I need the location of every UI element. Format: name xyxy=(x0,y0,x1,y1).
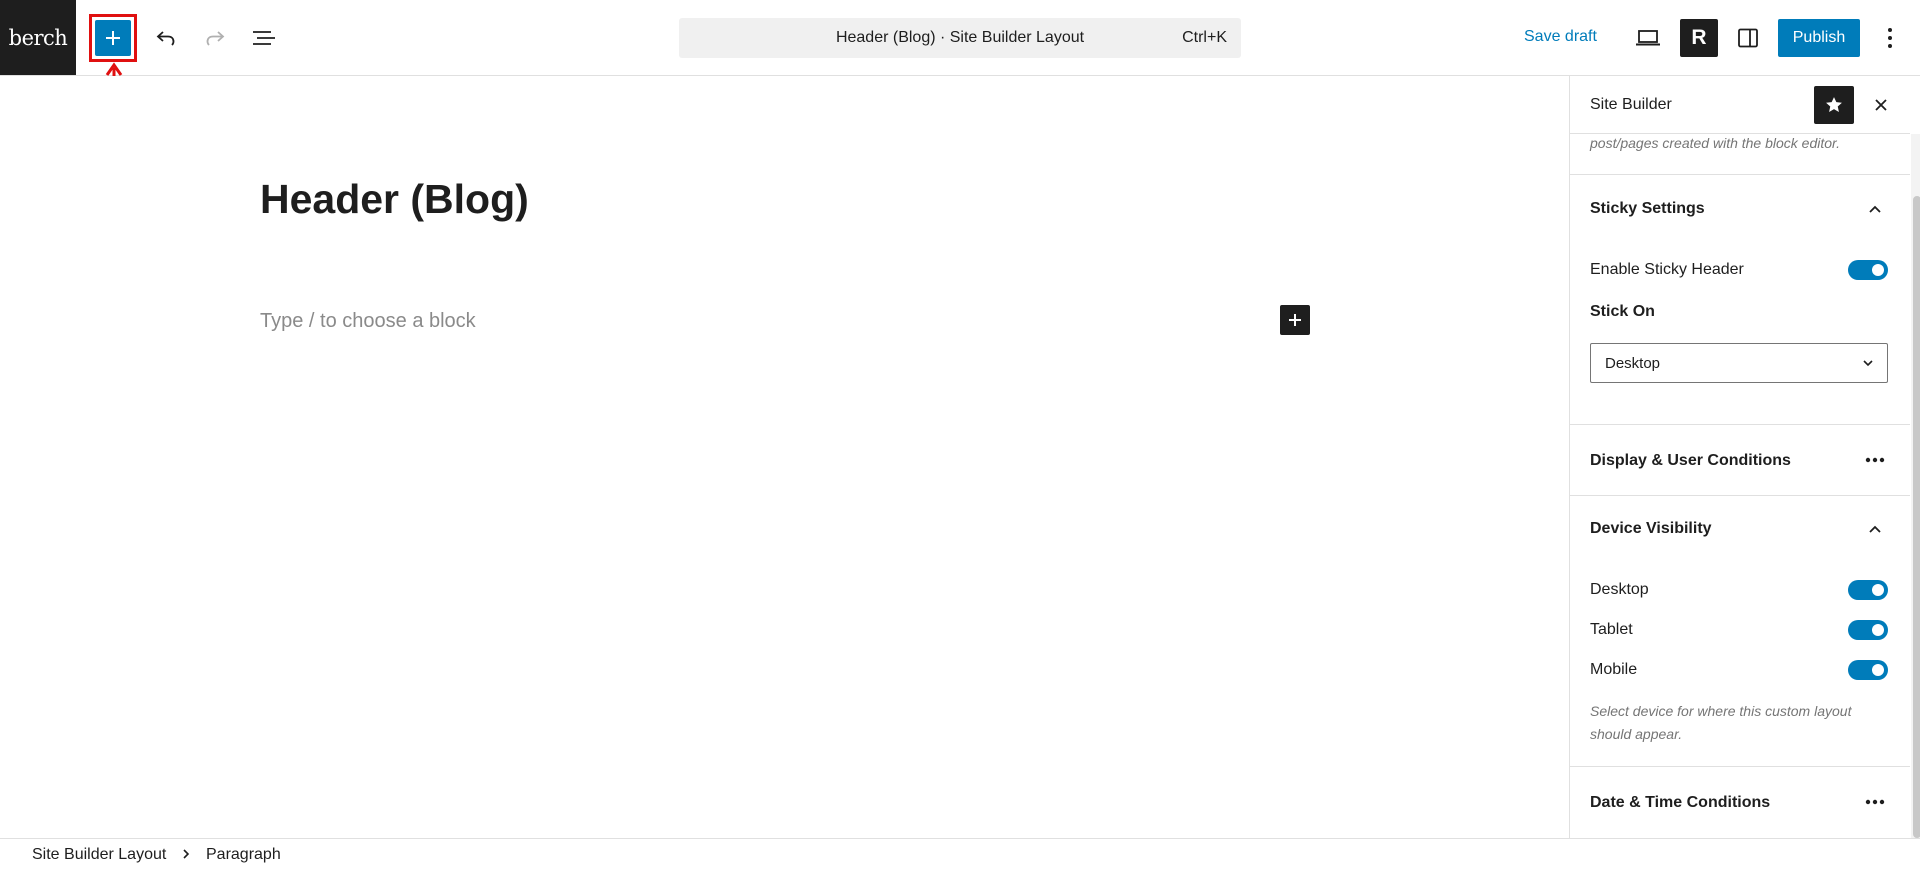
plus-icon xyxy=(106,31,120,45)
sidebar-scrollbar-thumb[interactable] xyxy=(1913,196,1920,838)
panel-divider xyxy=(1570,766,1910,767)
device-visibility-panel-toggle[interactable]: Device Visibility xyxy=(1590,520,1712,538)
undo-button[interactable] xyxy=(148,20,184,56)
plugin-r-button[interactable]: R xyxy=(1680,19,1718,57)
more-horizontal-icon xyxy=(1865,457,1885,463)
panel-divider xyxy=(1570,424,1910,425)
display-user-conditions-panel-toggle[interactable]: Display & User Conditions xyxy=(1590,452,1791,470)
annotation-highlight-box xyxy=(89,14,137,62)
redo-button[interactable] xyxy=(197,20,233,56)
options-menu-button[interactable] xyxy=(1872,20,1908,56)
plus-icon xyxy=(1289,314,1301,326)
breadcrumb-item-paragraph[interactable]: Paragraph xyxy=(206,846,281,864)
redo-icon xyxy=(206,31,225,46)
device-mobile-label: Mobile xyxy=(1590,661,1638,678)
enable-sticky-header-label: Enable Sticky Header xyxy=(1590,261,1744,278)
keyboard-shortcut: Ctrl+K xyxy=(1182,29,1227,46)
list-view-icon xyxy=(253,31,275,45)
device-tablet-toggle[interactable] xyxy=(1848,620,1888,640)
add-block-button[interactable] xyxy=(1280,305,1310,335)
pin-plugin-button[interactable] xyxy=(1814,86,1854,124)
chevron-up-icon xyxy=(1869,525,1881,533)
breadcrumb-item-layout[interactable]: Site Builder Layout xyxy=(32,846,166,864)
site-logo[interactable]: berch xyxy=(0,0,76,75)
command-palette-trigger[interactable]: Header (Blog) · Site Builder Layout Ctrl… xyxy=(679,18,1241,58)
collapse-device-visibility-button[interactable] xyxy=(1860,517,1890,541)
post-title[interactable]: Header (Blog) xyxy=(260,176,529,223)
sidebar-toggle-icon xyxy=(1738,28,1758,48)
close-icon xyxy=(1875,99,1887,111)
date-time-conditions-panel-toggle[interactable]: Date & Time Conditions xyxy=(1590,794,1770,812)
device-tablet-label: Tablet xyxy=(1590,621,1633,638)
close-sidebar-button[interactable] xyxy=(1866,90,1896,120)
empty-block-placeholder[interactable]: Type / to choose a block xyxy=(260,310,476,333)
date-time-options-button[interactable] xyxy=(1860,790,1890,814)
chevron-right-icon xyxy=(183,849,190,859)
star-icon xyxy=(1826,97,1842,112)
laptop-icon xyxy=(1636,30,1660,46)
enable-sticky-header-toggle[interactable] xyxy=(1848,260,1888,280)
more-horizontal-icon xyxy=(1865,799,1885,805)
panel-divider xyxy=(1570,174,1910,175)
stick-on-label: Stick On xyxy=(1590,303,1655,320)
undo-icon xyxy=(156,31,175,46)
chevron-down-icon xyxy=(1863,360,1873,367)
display-conditions-options-button[interactable] xyxy=(1860,448,1890,472)
stick-on-select[interactable]: Desktop xyxy=(1590,343,1888,383)
editor-canvas[interactable]: Header (Blog) Type / to choose a block xyxy=(0,76,1569,838)
publish-button[interactable]: Publish xyxy=(1778,19,1860,57)
sticky-settings-panel-toggle[interactable]: Sticky Settings xyxy=(1590,200,1705,218)
settings-sidebar: post/pages created with the block editor… xyxy=(1569,76,1920,838)
more-vertical-icon xyxy=(1888,28,1892,48)
block-inserter-button[interactable] xyxy=(95,20,131,56)
block-breadcrumb: Site Builder Layout Paragraph xyxy=(0,838,1920,869)
preview-button[interactable] xyxy=(1630,20,1666,56)
save-draft-button[interactable]: Save draft xyxy=(1524,28,1597,46)
sidebar-header: Site Builder xyxy=(1570,76,1910,134)
list-view-button[interactable] xyxy=(246,20,282,56)
editor-header: berch Header (Blog) · Site Builder Layou… xyxy=(0,0,1920,76)
collapse-sticky-settings-button[interactable] xyxy=(1860,197,1890,221)
device-mobile-toggle[interactable] xyxy=(1848,660,1888,680)
panel-description: post/pages created with the block editor… xyxy=(1590,135,1841,151)
device-desktop-label: Desktop xyxy=(1590,581,1649,598)
stick-on-selected-value: Desktop xyxy=(1605,355,1661,372)
device-desktop-toggle[interactable] xyxy=(1848,580,1888,600)
document-title: Header (Blog) · Site Builder Layout xyxy=(835,29,1085,46)
panel-divider xyxy=(1570,495,1910,496)
settings-sidebar-toggle[interactable] xyxy=(1730,20,1766,56)
device-visibility-help-text: Select device for where this custom layo… xyxy=(1590,703,1852,742)
sidebar-title: Site Builder xyxy=(1590,96,1672,113)
chevron-up-icon xyxy=(1869,205,1881,213)
